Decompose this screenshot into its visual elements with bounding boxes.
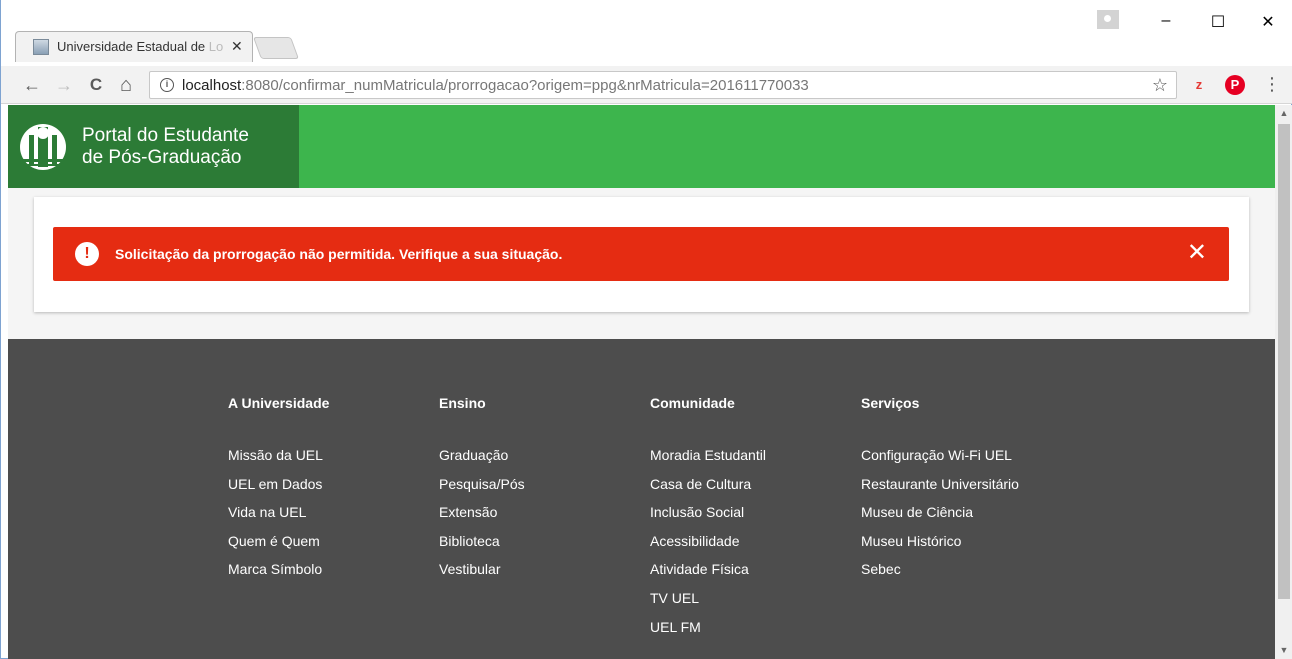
footer-column-title: Comunidade: [650, 395, 735, 411]
footer-link[interactable]: Sebec: [861, 555, 1019, 584]
scroll-up-arrow-icon[interactable]: ▲: [1275, 105, 1292, 122]
footer-link[interactable]: Quem é Quem: [228, 527, 329, 556]
browser-menu-icon[interactable]: ⋮: [1263, 74, 1281, 95]
footer-link[interactable]: Graduação: [439, 441, 525, 470]
content-card: ! Solicitação da prorrogação não permiti…: [34, 197, 1249, 312]
scroll-down-arrow-icon[interactable]: ▼: [1275, 642, 1292, 659]
pinterest-extension-icon[interactable]: P: [1225, 75, 1245, 95]
footer-link[interactable]: Pesquisa/Pós: [439, 470, 525, 499]
brand-link[interactable]: Portal do Estudante de Pós-Graduação: [8, 105, 299, 188]
reload-icon[interactable]: C: [85, 74, 107, 96]
browser-toolbar: ← → C ⌂ i localhost:8080/confirmar_numMa…: [1, 66, 1292, 104]
alert-close-icon[interactable]: ✕: [1187, 240, 1207, 266]
tab-strip: Universidade Estadual de Lo ✕ – ☐ ✕: [1, 0, 1292, 66]
footer-link[interactable]: Inclusão Social: [650, 498, 766, 527]
back-icon[interactable]: ←: [21, 74, 43, 96]
footer-link[interactable]: Atividade Física: [650, 555, 766, 584]
footer-link[interactable]: Biblioteca: [439, 527, 525, 556]
home-icon[interactable]: ⌂: [115, 74, 137, 96]
vertical-scrollbar[interactable]: ▲ ▼: [1275, 105, 1292, 659]
footer-link[interactable]: Moradia Estudantil: [650, 441, 766, 470]
brand-line-2: de Pós-Graduação: [82, 146, 242, 168]
minimize-button[interactable]: –: [1151, 12, 1181, 30]
footer-link[interactable]: Restaurante Universitário: [861, 470, 1019, 499]
footer-link[interactable]: Acessibilidade: [650, 527, 766, 556]
footer-link[interactable]: UEL FM: [650, 613, 766, 642]
tab-close-icon[interactable]: ✕: [231, 38, 243, 55]
error-alert: ! Solicitação da prorrogação não permiti…: [53, 227, 1229, 281]
footer-column-servicos: Serviços Configuração Wi-Fi UEL Restaura…: [861, 395, 1019, 584]
footer-column-title: Serviços: [861, 395, 920, 411]
footer-column-ensino: Ensino Graduação Pesquisa/Pós Extensão B…: [439, 395, 525, 584]
footer-link[interactable]: UEL em Dados: [228, 470, 329, 499]
footer-column-title: A Universidade: [228, 395, 330, 411]
page-viewport: Portal do Estudante de Pós-Graduação ! S…: [8, 105, 1275, 659]
footer-link[interactable]: Casa de Cultura: [650, 470, 766, 499]
forward-icon[interactable]: →: [53, 74, 75, 96]
footer-column-title: Ensino: [439, 395, 486, 411]
footer-link[interactable]: Museu Histórico: [861, 527, 1019, 556]
tab-title: Universidade Estadual de Lo: [57, 39, 223, 54]
favicon-icon: [33, 38, 49, 55]
footer-link[interactable]: TV UEL: [650, 584, 766, 613]
url-host: localhost: [182, 76, 242, 94]
footer-column-universidade: A Universidade Missão da UEL UEL em Dado…: [228, 395, 329, 584]
footer-link[interactable]: Vida na UEL: [228, 498, 329, 527]
new-tab-button[interactable]: [252, 37, 300, 59]
footer-link[interactable]: Missão da UEL: [228, 441, 329, 470]
tab-content[interactable]: Universidade Estadual de Lo ✕: [21, 31, 247, 62]
brand-line-1: Portal do Estudante: [82, 124, 249, 146]
close-window-button[interactable]: ✕: [1253, 12, 1283, 32]
browser-window: Universidade Estadual de Lo ✕ – ☐ ✕ ← → …: [0, 0, 1292, 659]
info-icon[interactable]: i: [160, 78, 174, 92]
footer-link[interactable]: Configuração Wi-Fi UEL: [861, 441, 1019, 470]
site-header: Portal do Estudante de Pós-Graduação: [8, 105, 1275, 188]
footer-link[interactable]: Museu de Ciência: [861, 498, 1019, 527]
footer-link[interactable]: Extensão: [439, 498, 525, 527]
uel-logo-icon: [20, 123, 66, 170]
address-bar[interactable]: i localhost:8080/confirmar_numMatricula/…: [149, 71, 1177, 99]
zotero-extension-icon[interactable]: z: [1189, 75, 1209, 95]
profile-icon[interactable]: [1097, 10, 1119, 29]
scroll-thumb[interactable]: [1278, 124, 1290, 599]
site-footer: A Universidade Missão da UEL UEL em Dado…: [8, 339, 1275, 659]
alert-message: Solicitação da prorrogação não permitida…: [115, 246, 563, 262]
maximize-button[interactable]: ☐: [1203, 12, 1233, 32]
footer-link[interactable]: Marca Símbolo: [228, 555, 329, 584]
exclamation-icon: !: [75, 242, 99, 266]
footer-column-comunidade: Comunidade Moradia Estudantil Casa de Cu…: [650, 395, 766, 641]
url-path: :8080/confirmar_numMatricula/prorrogacao…: [241, 76, 809, 94]
footer-link[interactable]: Vestibular: [439, 555, 525, 584]
bookmark-star-icon[interactable]: ☆: [1152, 75, 1168, 96]
brand-title: Portal do Estudante de Pós-Graduação: [82, 125, 249, 169]
